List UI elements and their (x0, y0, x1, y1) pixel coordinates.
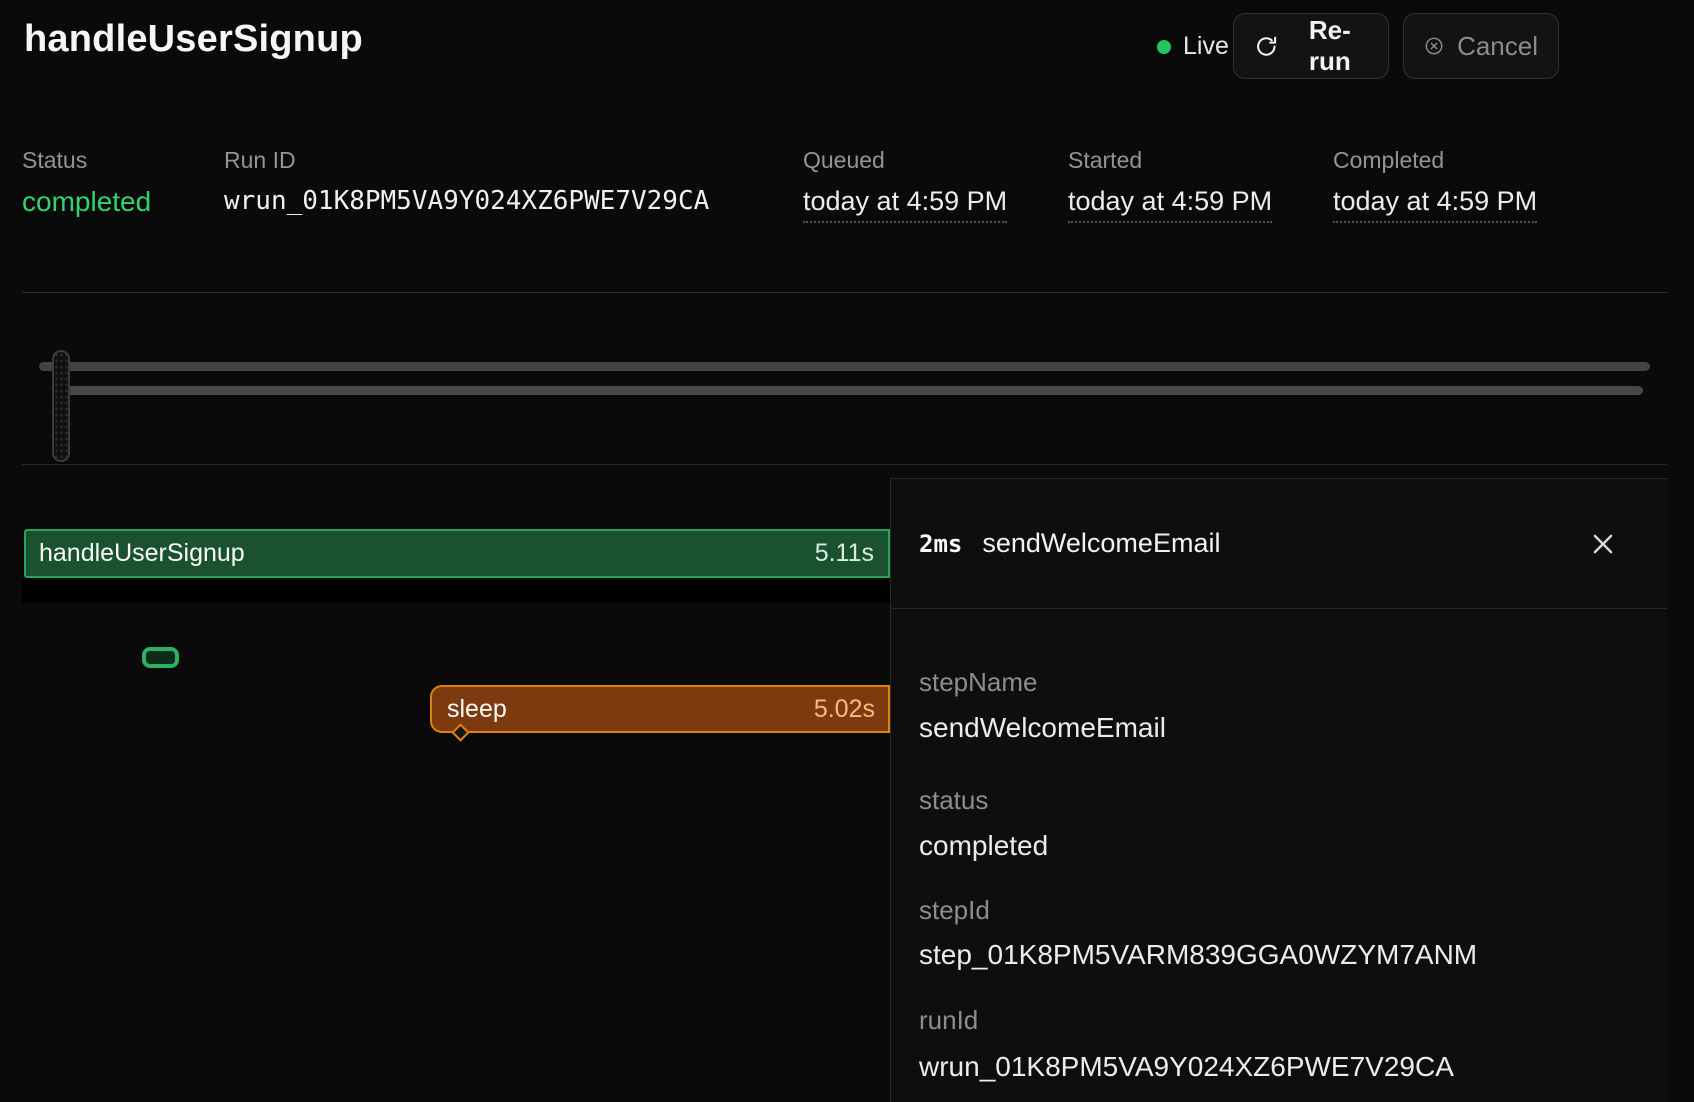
run-id-label: Run ID (224, 147, 296, 174)
step-detail-panel: 2ms sendWelcomeEmail stepName sendWelcom… (890, 478, 1667, 1102)
close-icon (1588, 529, 1618, 559)
panel-title: sendWelcomeEmail (982, 528, 1220, 559)
minimap-bar-root (39, 362, 1650, 371)
span-duration: 5.02s (814, 695, 875, 724)
span-name: sleep (447, 695, 507, 724)
panel-header: 2ms sendWelcomeEmail (891, 479, 1667, 608)
field-value-runId: wrun_01K8PM5VA9Y024XZ6PWE7V29CA (919, 1051, 1454, 1083)
field-label-runId: runId (919, 1005, 978, 1036)
page-title: handleUserSignup (24, 18, 363, 61)
span-handleUserSignup[interactable]: handleUserSignup 5.11s (24, 529, 890, 578)
rerun-button[interactable]: Re-run (1233, 13, 1389, 79)
field-label-stepId: stepId (919, 895, 990, 926)
queued-label: Queued (803, 147, 885, 174)
live-indicator-dot (1157, 40, 1171, 54)
header-divider (22, 292, 1667, 293)
live-status: Live (1157, 32, 1229, 61)
completed-time: today at 4:59 PM (1333, 186, 1537, 223)
timeline-top-border (22, 464, 1667, 465)
field-label-stepName: stepName (919, 667, 1038, 698)
timeline-row-gap (22, 578, 890, 603)
step-pill-sendWelcomeEmail[interactable] (142, 647, 179, 668)
status-label: Status (22, 147, 87, 174)
cancel-label: Cancel (1457, 31, 1538, 62)
completed-label: Completed (1333, 147, 1444, 174)
live-label: Live (1183, 32, 1229, 61)
started-time: today at 4:59 PM (1068, 186, 1272, 223)
refresh-icon (1254, 33, 1279, 60)
step-duration-badge: 2ms (919, 530, 962, 558)
workflow-run-page: handleUserSignup Live Re-run Cancel Stat… (0, 0, 1694, 1102)
status-badge: completed (22, 186, 151, 218)
minimap-brush-handle[interactable] (52, 350, 70, 462)
cancel-button[interactable]: Cancel (1403, 13, 1559, 79)
queued-time: today at 4:59 PM (803, 186, 1007, 223)
started-label: Started (1068, 147, 1142, 174)
run-id-value: wrun_01K8PM5VA9Y024XZ6PWE7V29CA (224, 186, 709, 216)
cancel-circle-icon (1424, 32, 1444, 60)
field-value-stepName: sendWelcomeEmail (919, 712, 1166, 744)
panel-header-divider (891, 608, 1667, 609)
span-name: handleUserSignup (39, 539, 245, 568)
field-value-stepId: step_01K8PM5VARM839GGA0WZYM7ANM (919, 939, 1477, 971)
close-panel-button[interactable] (1585, 526, 1621, 562)
rerun-label: Re-run (1292, 15, 1368, 77)
span-sleep[interactable]: sleep 5.02s (430, 685, 890, 733)
span-duration: 5.11s (815, 539, 874, 568)
minimap-bar-sleep (57, 386, 1643, 395)
field-label-status: status (919, 785, 988, 816)
field-value-status: completed (919, 830, 1048, 862)
